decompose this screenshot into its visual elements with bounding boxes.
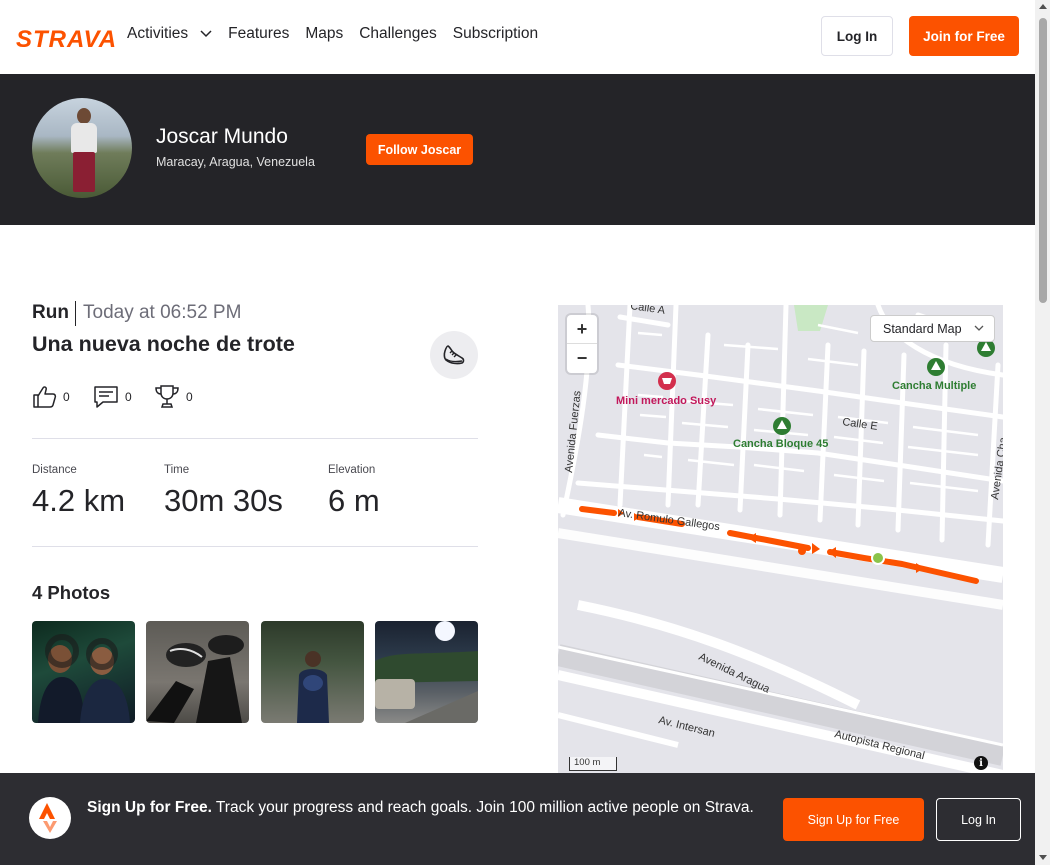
strava-chevron-icon [39, 803, 57, 833]
chevron-down-icon [200, 30, 212, 38]
nav-activities[interactable]: Activities [127, 25, 212, 43]
nav-features[interactable]: Features [228, 25, 289, 43]
thumbs-up-icon [33, 386, 57, 408]
stat-time-value: 30m 30s [164, 483, 283, 518]
strava-app-icon [29, 797, 71, 839]
stat-elevation-value: 6 m [328, 483, 380, 518]
strava-logo[interactable]: STRAVA [16, 26, 117, 54]
comments-count: 0 [125, 389, 132, 404]
map-style-label: Standard Map [883, 321, 962, 336]
map-label-cancha-bloque: Cancha Bloque 45 [733, 438, 828, 450]
comment-icon [94, 386, 118, 408]
achievements-count: 0 [186, 389, 193, 404]
activity-time: Today at 06:52 PM [83, 302, 242, 323]
comments-button[interactable]: 0 [93, 384, 132, 409]
follow-button[interactable]: Follow Joscar [366, 134, 473, 165]
main-nav: Activities Features Maps Challenges Subs… [127, 25, 538, 43]
banner-body: Track your progress and reach goals. Joi… [215, 799, 754, 816]
stat-distance-label: Distance [32, 464, 77, 476]
athlete-avatar[interactable] [32, 98, 132, 198]
nav-challenges[interactable]: Challenges [359, 25, 437, 43]
map-label-cancha-multiple: Cancha Multiple [892, 380, 976, 392]
photo-thumbnail-1[interactable] [32, 621, 135, 723]
map-zoom-controls: + − [567, 315, 597, 373]
photo-4-image [375, 621, 478, 723]
route-end-marker [798, 547, 806, 555]
stat-elevation-label: Elevation [328, 464, 376, 476]
photo-thumbnail-3[interactable] [261, 621, 364, 723]
stats-top-divider [32, 438, 478, 439]
avatar-head-shape [77, 108, 91, 124]
athlete-name[interactable]: Joscar Mundo [156, 125, 288, 149]
activity-map[interactable]: Calle A Calle E Mini mercado Susy Cancha… [558, 305, 1003, 775]
banner-headline: Sign Up for Free. [87, 799, 212, 816]
activity-type: Run [32, 302, 69, 323]
avatar-legs-shape [73, 152, 95, 192]
photo-thumbnail-4[interactable] [375, 621, 478, 723]
kudos-count: 0 [63, 389, 70, 404]
chevron-down-icon [974, 325, 984, 331]
kudos-button[interactable]: 0 [32, 384, 70, 409]
join-for-free-button[interactable]: Join for Free [909, 16, 1019, 56]
top-navigation: STRAVA Activities Features Maps Challeng… [0, 0, 1035, 74]
banner-signup-button[interactable]: Sign Up for Free [783, 798, 924, 841]
map-style-select[interactable]: Standard Map [870, 315, 995, 342]
zoom-in-button[interactable]: + [567, 315, 597, 344]
nav-maps[interactable]: Maps [305, 25, 343, 43]
map-canvas: Calle A Calle E Mini mercado Susy Cancha… [558, 305, 1003, 775]
trophy-icon [155, 385, 179, 408]
nav-subscription[interactable]: Subscription [453, 25, 538, 43]
stat-distance-value: 4.2 km [32, 483, 126, 518]
athlete-location: Maracay, Aragua, Venezuela [156, 155, 315, 169]
scroll-up-arrow-icon[interactable] [1039, 4, 1047, 9]
zoom-out-button[interactable]: − [567, 344, 597, 373]
stats-bottom-divider [32, 546, 478, 547]
photo-2-image [146, 635, 244, 723]
photos-title: 4 Photos [32, 582, 111, 603]
scrollbar-thumb[interactable] [1039, 18, 1047, 303]
banner-login-button[interactable]: Log In [936, 798, 1021, 841]
photo-3-image [297, 651, 329, 723]
photo-thumbnail-2[interactable] [146, 621, 249, 723]
map-label-mini-mercado: Mini mercado Susy [616, 395, 717, 407]
stat-time-label: Time [164, 464, 190, 476]
activity-title: Una nueva noche de trote [32, 332, 295, 356]
gear-shoe-button[interactable] [430, 331, 478, 379]
map-info-icon[interactable]: i [974, 756, 988, 770]
activity-type-divider [75, 301, 76, 326]
avatar-shirt-shape [71, 123, 97, 153]
page: STRAVA Activities Features Maps Challeng… [0, 0, 1050, 865]
route-start-marker [871, 551, 885, 565]
shoe-icon [443, 345, 465, 365]
scroll-down-arrow-icon[interactable] [1039, 855, 1047, 860]
banner-message: Sign Up for Free. Track your progress an… [87, 797, 757, 819]
achievements-button[interactable]: 0 [154, 384, 193, 409]
nav-activities-label: Activities [127, 25, 189, 42]
photo-1-image [38, 634, 130, 723]
login-button[interactable]: Log In [821, 16, 893, 56]
map-scale: 100 m [569, 757, 617, 771]
athlete-header: Joscar Mundo Maracay, Aragua, Venezuela … [0, 74, 1035, 225]
